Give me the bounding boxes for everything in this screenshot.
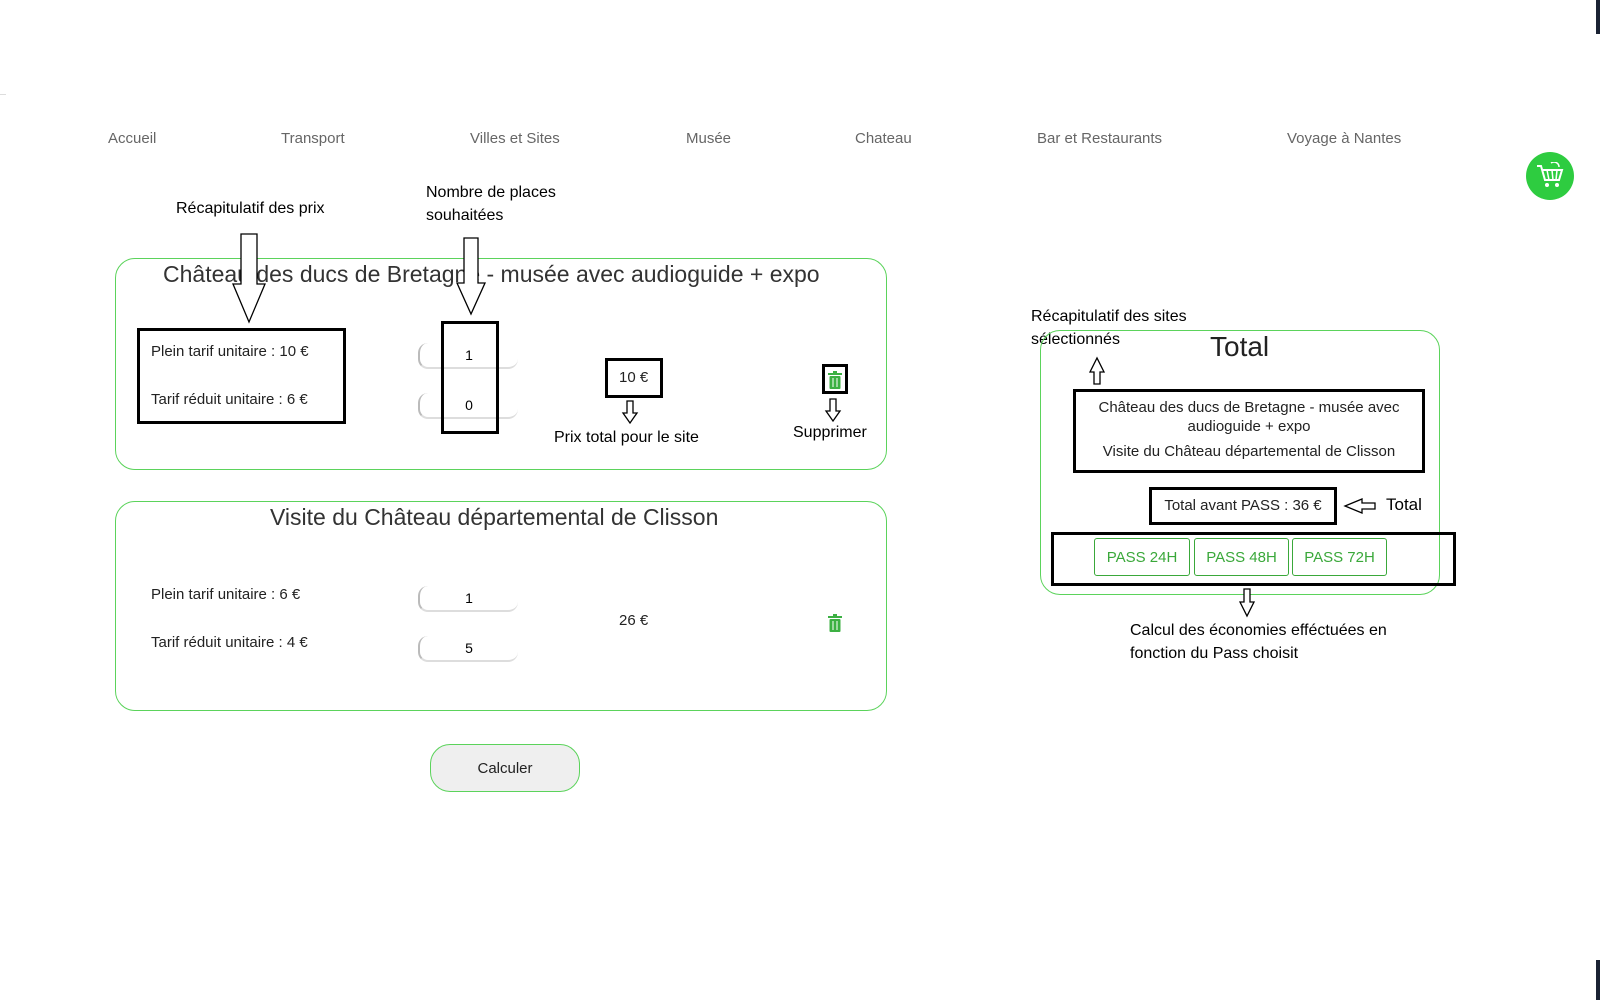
nav-musee[interactable]: Musée [686, 130, 731, 147]
trash-icon-2[interactable] [828, 614, 842, 632]
calculer-button[interactable]: Calculer [430, 744, 580, 792]
annotation-calcul-eco: Calcul des économies efféctuées en fonct… [1130, 622, 1387, 662]
tarif-reduit-2: Tarif réduit unitaire : 4 € [151, 634, 308, 651]
plein-tarif-2: Plein tarif unitaire : 6 € [151, 586, 301, 603]
header-divider [0, 94, 6, 95]
scrollbar-bottom [1596, 960, 1600, 1000]
nav-bar-et-restaurants[interactable]: Bar et Restaurants [1037, 130, 1162, 147]
pass-24h-button[interactable]: PASS 24H [1094, 538, 1190, 576]
summary-site-2: Visite du Château départemental de Cliss… [1102, 443, 1396, 460]
qty-reduit-2[interactable] [418, 636, 518, 662]
nav-voyage-a-nantes[interactable]: Voyage à Nantes [1287, 130, 1401, 147]
places-box [441, 321, 499, 434]
nav-villes-et-sites[interactable]: Villes et Sites [470, 130, 560, 147]
cart-button[interactable] [1526, 152, 1574, 200]
summary-site-1: Château des ducs de Bretagne - musée ave… [1098, 399, 1400, 435]
scrollbar-top [1596, 0, 1600, 34]
total-box [605, 358, 663, 398]
pass-72h-button[interactable]: PASS 72H [1292, 538, 1387, 576]
summary-title: Total [1210, 331, 1270, 362]
annotation-total: Total [1386, 495, 1422, 514]
cart-icon [1537, 162, 1564, 187]
trash-box [822, 364, 848, 394]
annotation-prix-total: Prix total pour le site [554, 429, 699, 446]
site-total-2: 26 € [619, 612, 649, 629]
nav-transport[interactable]: Transport [281, 130, 345, 147]
site-title-2: Visite du Château départemental de Cliss… [270, 504, 719, 530]
annotation-nb-places: Nombre de places souhaitées [426, 184, 556, 224]
qty-plein-2[interactable] [418, 586, 518, 612]
annotation-recap-prix: Récapitulatif des prix [176, 200, 325, 217]
recap-prix-box [137, 328, 346, 424]
site-title-1: Château des ducs de Bretagne - musée ave… [163, 261, 820, 287]
total-avant-pass: Total avant PASS : 36 € [1164, 497, 1322, 514]
annotation-supprimer: Supprimer [793, 424, 867, 441]
pass-48h-button[interactable]: PASS 48H [1194, 538, 1289, 576]
nav-accueil[interactable]: Accueil [108, 130, 156, 147]
nav-chateau[interactable]: Chateau [855, 130, 912, 147]
